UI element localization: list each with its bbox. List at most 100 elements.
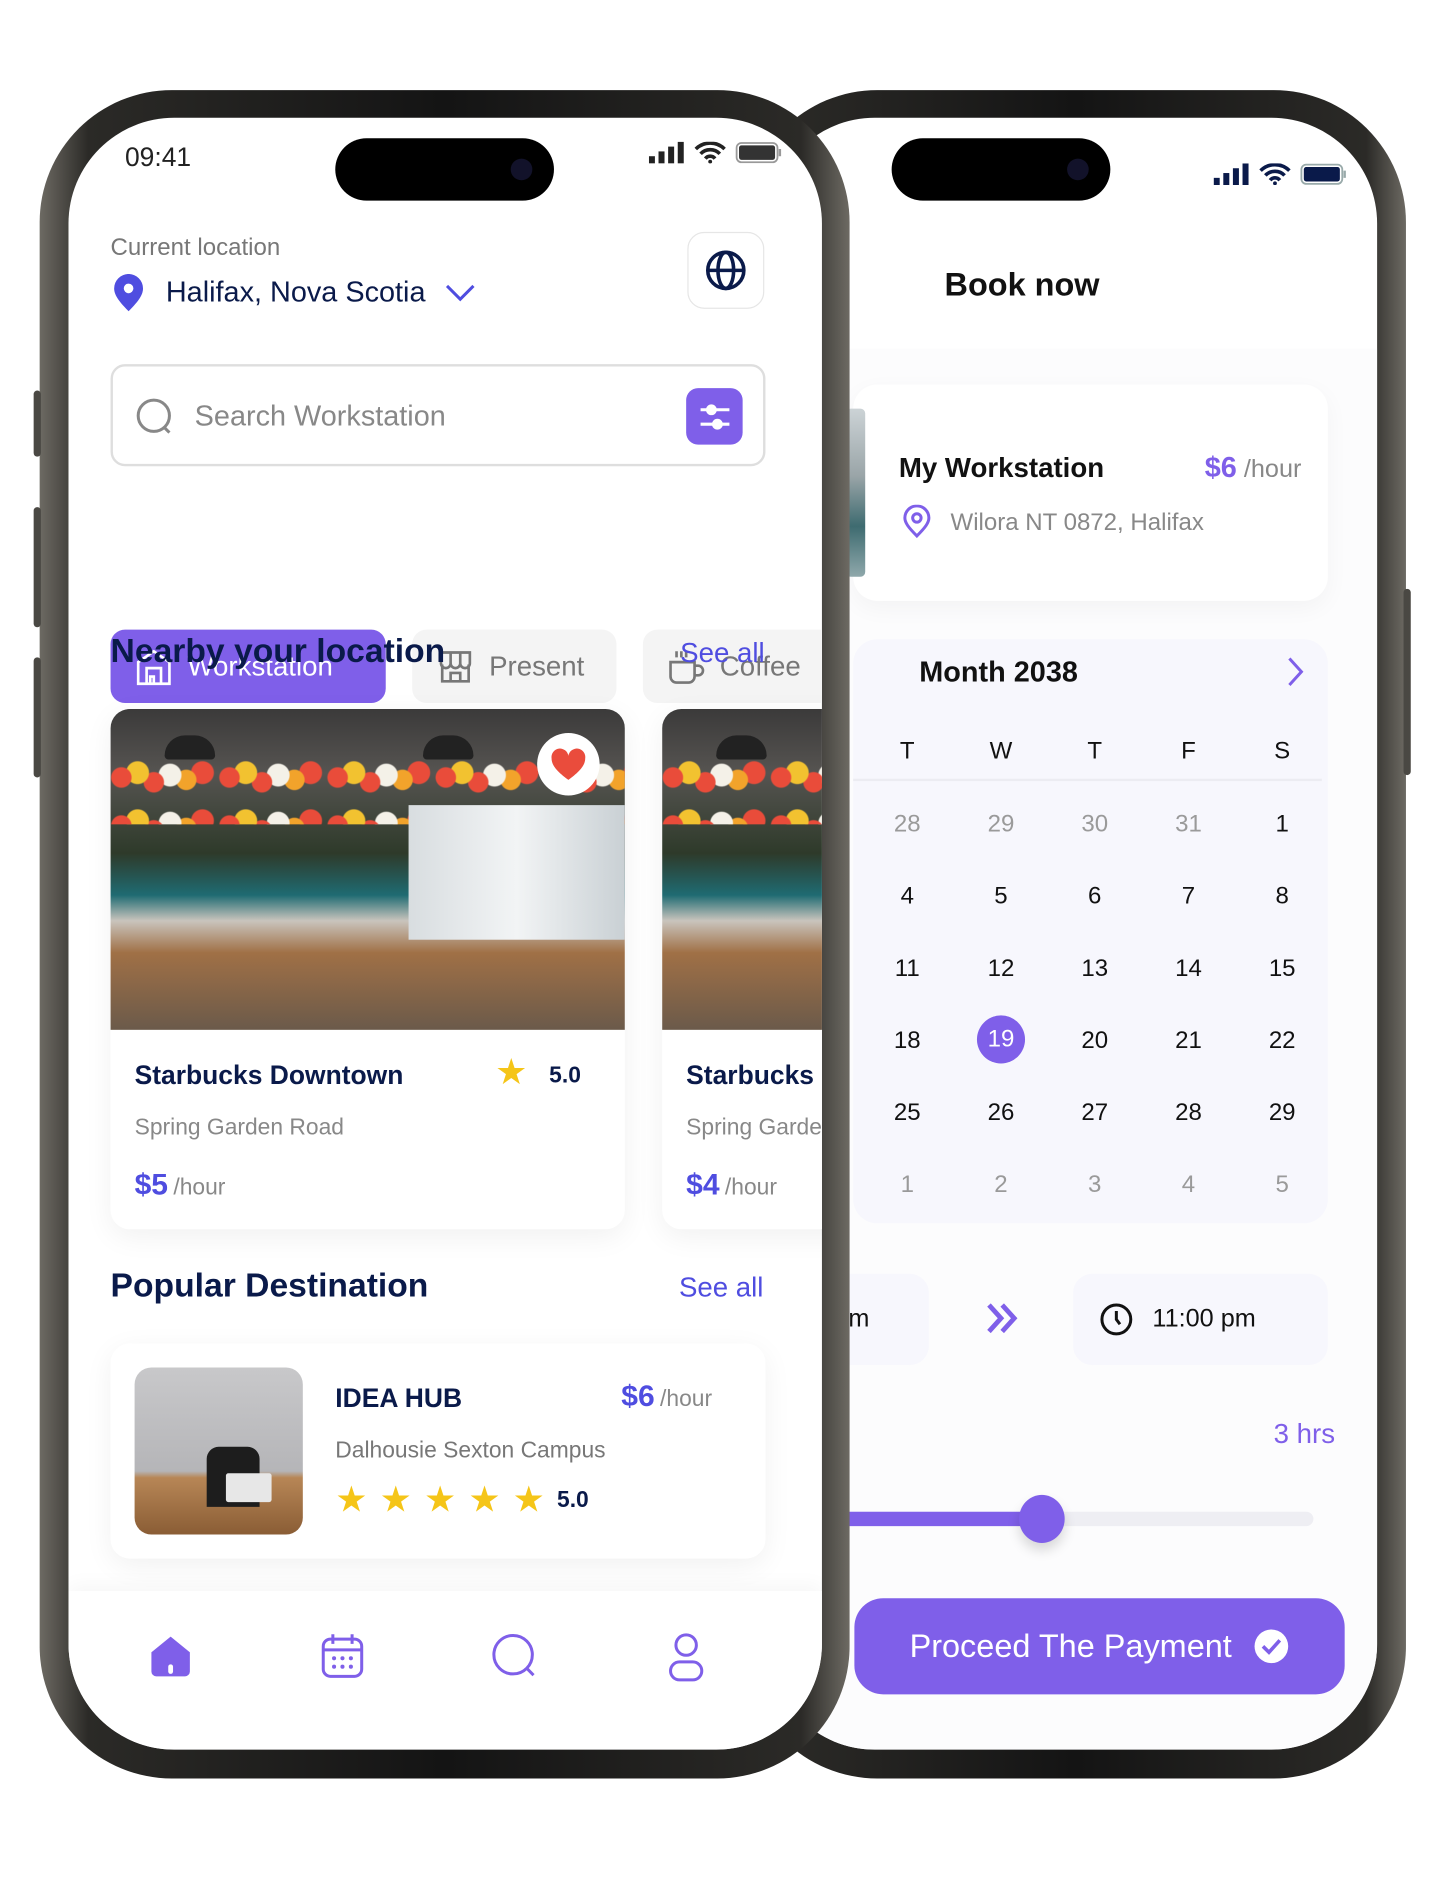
category-label: Present	[489, 650, 585, 682]
price-unit: /hour	[660, 1386, 713, 1412]
workstation-name: My Workstation	[898, 451, 1105, 484]
calendar-day[interactable]: 25	[877, 1100, 937, 1128]
wifi-icon	[694, 141, 726, 164]
status-icons	[1213, 163, 1349, 186]
left-volume-down	[33, 657, 41, 778]
signal-icon	[648, 141, 684, 164]
location-value: Halifax, Nova Scotia	[165, 276, 426, 309]
weekday-label: T	[1087, 737, 1103, 765]
location-label: Current location	[110, 234, 281, 261]
calendar-day[interactable]: 4	[1158, 1172, 1218, 1200]
heart-icon	[551, 748, 586, 780]
search-icon	[136, 398, 171, 434]
calendar-day[interactable]: 22	[1252, 1027, 1312, 1055]
battery-icon	[1300, 163, 1346, 185]
nearby-card[interactable]: Starbucks Downtown ★ 5.0 Spring Garden R…	[110, 708, 625, 1230]
calendar-day[interactable]: 1	[1252, 811, 1312, 839]
calendar-day[interactable]: 30	[1065, 811, 1125, 839]
location-pin-icon	[903, 504, 931, 539]
search-bar[interactable]: Search Workstation	[110, 364, 766, 467]
star-rating: ★ ★ ★ ★ ★ 5.0	[335, 1480, 589, 1521]
dynamic-island	[335, 138, 554, 201]
calendar-day[interactable]: 20	[1065, 1027, 1125, 1055]
location-selector[interactable]: Halifax, Nova Scotia	[111, 273, 476, 312]
calendar-day[interactable]: 15	[1252, 955, 1312, 983]
calendar-day[interactable]: 21	[1158, 1027, 1218, 1055]
calendar-icon[interactable]	[321, 1633, 364, 1679]
profile-icon[interactable]	[667, 1632, 705, 1682]
status-icons	[648, 141, 784, 164]
calendar-day[interactable]: 6	[1065, 883, 1125, 911]
popular-name: IDEA HUB	[335, 1383, 463, 1414]
calendar-day[interactable]: 26	[971, 1100, 1031, 1128]
weekday-label: F	[1181, 737, 1196, 765]
page-title: Book now	[944, 266, 1100, 303]
price-unit: /hour	[173, 1175, 226, 1201]
calendar-day[interactable]: 13	[1065, 955, 1125, 983]
workstation-card[interactable]: My Workstation $6 /hour Wilora NT 0872, …	[845, 384, 1328, 601]
star-icon: ★	[423, 1480, 457, 1521]
search-placeholder[interactable]: Search Workstation	[195, 400, 446, 434]
star-icon: ★	[468, 1480, 501, 1521]
popular-card[interactable]: IDEA HUB $6 /hour Dalhousie Sexton Campu…	[110, 1343, 766, 1559]
calendar-day[interactable]: 1	[877, 1172, 937, 1200]
favorite-button[interactable]	[537, 733, 600, 796]
desk-photo	[134, 1367, 303, 1535]
nearby-card[interactable]: Starbucks Spring Garde $4 /hour	[662, 708, 822, 1230]
calendar-day[interactable]: 3	[1065, 1172, 1125, 1200]
price-unit: /hour	[724, 1175, 777, 1201]
slider-thumb[interactable]	[1018, 1494, 1065, 1543]
nearby-title: Nearby your location	[110, 632, 446, 670]
calendar-day[interactable]: 12	[971, 955, 1031, 983]
signal-icon	[1213, 163, 1249, 186]
calendar-day[interactable]: 28	[877, 811, 937, 839]
globe-button[interactable]	[687, 231, 765, 309]
popular-address: Dalhousie Sexton Campus	[335, 1438, 606, 1464]
home-icon[interactable]	[148, 1633, 194, 1679]
proceed-payment-label: Proceed The Payment	[909, 1627, 1232, 1664]
proceed-payment-button[interactable]: Proceed The Payment	[854, 1598, 1345, 1695]
calendar-day[interactable]: 18	[877, 1027, 937, 1055]
office-photo	[662, 708, 822, 1030]
bottom-nav	[68, 1591, 822, 1750]
calendar-day[interactable]: 14	[1158, 955, 1218, 983]
card-title: Starbucks	[686, 1059, 814, 1090]
popular-price: $6 /hour	[621, 1380, 712, 1415]
filter-button[interactable]	[686, 388, 743, 445]
star-icon: ★	[512, 1480, 545, 1521]
check-circle-icon	[1254, 1629, 1289, 1664]
popular-see-all[interactable]: See all	[679, 1271, 764, 1303]
calendar-month: Month 2038	[919, 656, 1078, 689]
price-value: $4	[686, 1168, 720, 1202]
calendar-day[interactable]: 28	[1158, 1100, 1218, 1128]
right-phone-screen: Book now My Workstation $6 /hour Wilora …	[769, 117, 1378, 1750]
rating-value: 5.0	[557, 1487, 589, 1513]
battery-icon	[735, 142, 782, 164]
clock-icon	[1100, 1303, 1133, 1336]
calendar-day[interactable]: 29	[971, 811, 1031, 839]
sliders-icon	[700, 404, 730, 430]
chevron-right-icon[interactable]	[1286, 656, 1305, 687]
calendar-day[interactable]: 11	[877, 955, 937, 983]
calendar-day[interactable]: 31	[1158, 811, 1218, 839]
card-price: $5 /hour	[135, 1168, 226, 1203]
calendar-day[interactable]: 4	[877, 883, 937, 911]
calendar-day[interactable]: 27	[1065, 1100, 1125, 1128]
nearby-see-all[interactable]: See all	[680, 637, 765, 669]
calendar-day[interactable]: 2	[971, 1172, 1031, 1200]
calendar-day-selected[interactable]: 19	[976, 1015, 1026, 1064]
calendar-day[interactable]: 5	[971, 883, 1031, 911]
calendar-day[interactable]: 29	[1252, 1100, 1312, 1128]
duration-label: 3 hrs	[1273, 1417, 1336, 1450]
search-icon[interactable]	[491, 1633, 539, 1681]
end-time-box[interactable]: 11:00 pm	[1073, 1273, 1328, 1366]
end-time-text: 11:00 pm	[1152, 1305, 1256, 1333]
calendar-day[interactable]: 7	[1158, 883, 1218, 911]
right-side-button	[1403, 588, 1411, 776]
weekday-label: T	[899, 737, 915, 765]
price-value: $6	[1204, 451, 1237, 485]
calendar-day[interactable]: 8	[1252, 883, 1312, 911]
calendar-day[interactable]: 5	[1252, 1172, 1312, 1200]
price-value: $5	[134, 1168, 169, 1202]
duration-slider[interactable]	[769, 1494, 1314, 1543]
